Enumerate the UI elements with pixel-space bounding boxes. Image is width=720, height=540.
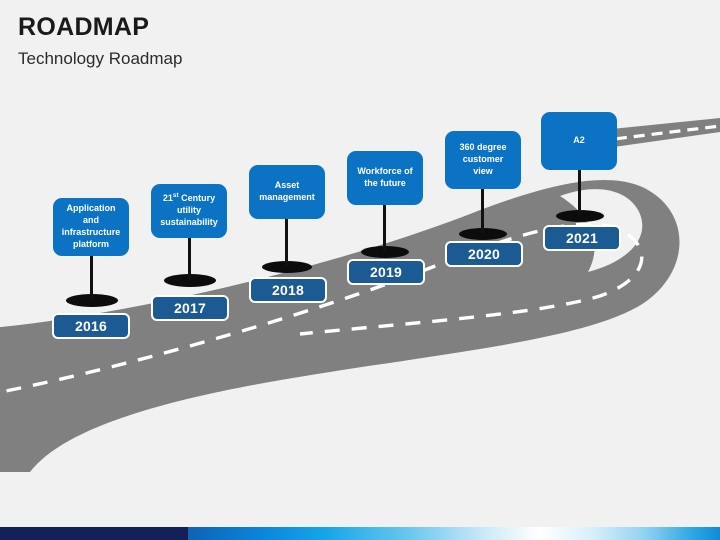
sign-text: 360 degree customer view — [459, 142, 507, 176]
year-text: 2017 — [174, 300, 206, 316]
signpost-pole — [578, 170, 581, 215]
year-plate-2016[interactable]: 2016 — [52, 313, 130, 339]
sign-label-2017[interactable]: 21st Century utility sustainability — [151, 184, 227, 238]
year-plate-2020[interactable]: 2020 — [445, 241, 523, 267]
signpost-pole — [285, 218, 288, 266]
sign-text: Asset management — [259, 180, 315, 202]
year-plate-2019[interactable]: 2019 — [347, 259, 425, 285]
sign-label-2020[interactable]: 360 degree customer view — [445, 131, 521, 189]
sign-text: Application and infrastructure platform — [61, 203, 121, 249]
year-text: 2019 — [370, 264, 402, 280]
year-plate-2017[interactable]: 2017 — [151, 295, 229, 321]
sign-label-2016[interactable]: Application and infrastructure platform — [53, 198, 129, 256]
signpost-pole — [481, 188, 484, 233]
signpost-pole — [383, 204, 386, 251]
sign-label-2018[interactable]: Asset management — [249, 165, 325, 219]
roadmap-slide: ROADMAP Technology Roadmap Application an… — [0, 0, 720, 540]
signpost-pole — [188, 236, 191, 280]
bottom-bar-gradient-segment — [188, 527, 720, 540]
year-plate-2018[interactable]: 2018 — [249, 277, 327, 303]
signpost-pole — [90, 252, 93, 300]
year-text: 2021 — [566, 230, 598, 246]
bottom-bar-navy-segment — [0, 527, 188, 540]
sign-label-2021[interactable]: A2 — [541, 112, 617, 170]
year-text: 2016 — [75, 318, 107, 334]
sign-text: 21st Century utility sustainability — [160, 192, 218, 227]
sign-text: Workforce of the future — [357, 166, 413, 188]
sign-label-2019[interactable]: Workforce of the future — [347, 151, 423, 205]
year-text: 2018 — [272, 282, 304, 298]
year-plate-2021[interactable]: 2021 — [543, 225, 621, 251]
bottom-accent-bar — [0, 527, 720, 540]
year-text: 2020 — [468, 246, 500, 262]
sign-text: A2 — [573, 135, 585, 146]
